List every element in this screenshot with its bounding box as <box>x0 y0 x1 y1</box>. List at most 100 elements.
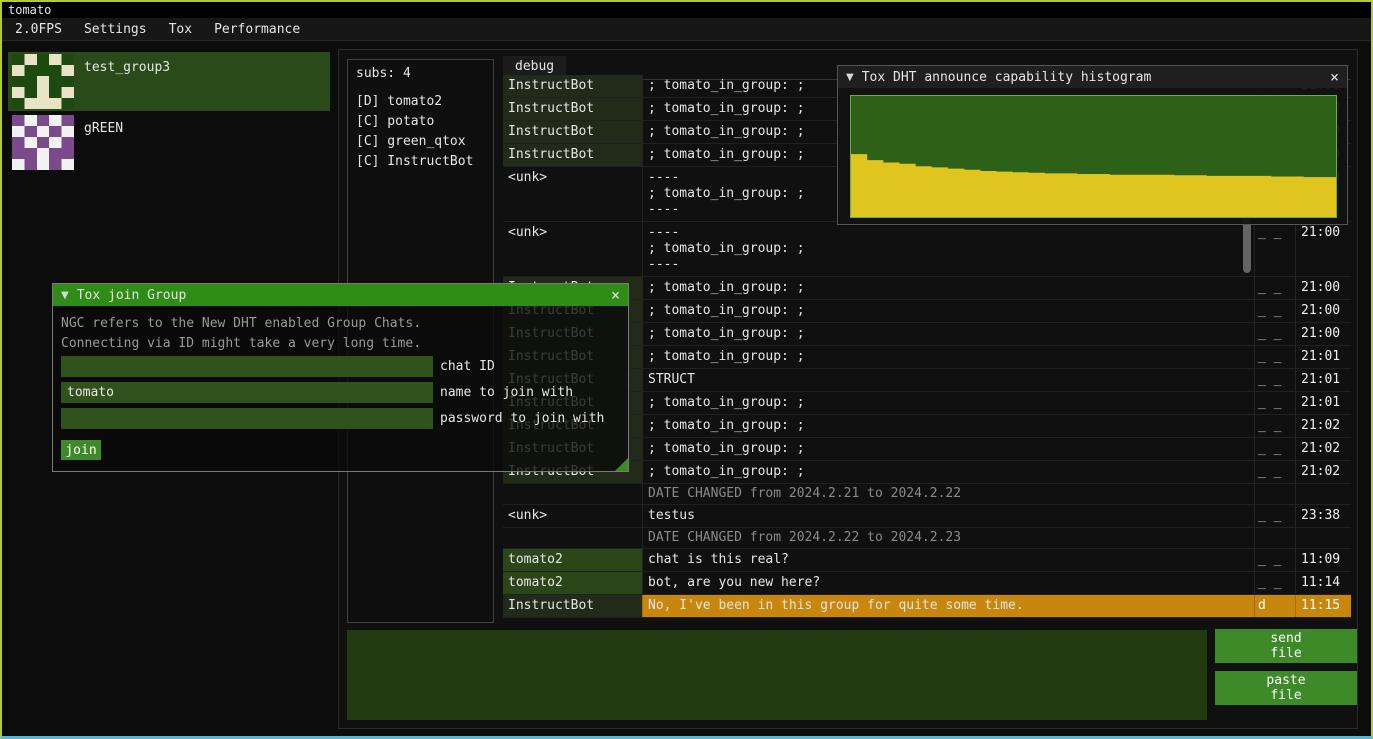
message-row[interactable]: tomato2bot, are you new here?_ _11:14 <box>503 572 1351 595</box>
close-icon[interactable]: × <box>1330 70 1339 85</box>
message-sender: <unk> <box>503 505 643 527</box>
subs-item-d-tomato2[interactable]: [D] tomato2 <box>356 92 485 112</box>
subs-item-c-instructbot[interactable]: [C] InstructBot <box>356 152 485 172</box>
message-row[interactable]: InstructBot; tomato_in_group: ;_ _21:00 <box>503 300 1351 323</box>
message-text: ; tomato_in_group: ; <box>643 346 1255 368</box>
message-sender: InstructBot <box>503 75 643 97</box>
histogram-window-titlebar[interactable]: ▼ Tox DHT announce capability histogram … <box>838 66 1347 88</box>
message-text: chat is this real? <box>643 549 1255 571</box>
message-status <box>1255 484 1295 504</box>
message-status: _ _ <box>1255 300 1295 322</box>
message-text: No, I've been in this group for quite so… <box>643 595 1255 617</box>
message-row[interactable]: InstructBot; tomato_in_group: ;_ _21:02 <box>503 461 1351 484</box>
join-field-row: password to join with <box>61 408 620 429</box>
name-to-join-with-label: name to join with <box>440 385 573 400</box>
collapse-arrow-icon[interactable]: ▼ <box>846 72 854 83</box>
message-sender: InstructBot <box>503 98 643 120</box>
date-changed-text: DATE CHANGED from 2024.2.21 to 2024.2.22 <box>643 484 1255 504</box>
message-time: 21:00 <box>1295 222 1351 276</box>
name-to-join-with-input[interactable] <box>61 382 433 403</box>
message-text: ; tomato_in_group: ; <box>643 392 1255 414</box>
message-status: _ _ <box>1255 323 1295 345</box>
message-status: _ _ <box>1255 572 1295 594</box>
window-titlebar[interactable]: tomato <box>2 2 1371 18</box>
message-status: _ _ <box>1255 505 1295 527</box>
group-name: gREEN <box>84 121 123 136</box>
join-window-titlebar[interactable]: ▼ Tox join Group × <box>53 284 628 306</box>
message-row[interactable]: InstructBot; tomato_in_group: ;_ _21:01 <box>503 392 1351 415</box>
message-sender: <unk> <box>503 222 643 276</box>
join-window-body: NGC refers to the New DHT enabled Group … <box>53 306 628 468</box>
message-text: ; tomato_in_group: ; <box>643 438 1255 460</box>
message-row[interactable]: InstructBotSTRUCT_ _21:01 <box>503 369 1351 392</box>
message-row[interactable]: <unk>testus_ _23:38 <box>503 505 1351 528</box>
histogram-plot <box>850 95 1337 218</box>
message-row[interactable]: InstructBotNo, I've been in this group f… <box>503 595 1351 618</box>
menu-item-performance[interactable]: Performance <box>203 19 311 40</box>
message-sender: InstructBot <box>503 144 643 166</box>
histogram-window: ▼ Tox DHT announce capability histogram … <box>837 65 1348 225</box>
tab-debug[interactable]: debug <box>503 56 566 77</box>
menu-item-settings[interactable]: Settings <box>73 19 158 40</box>
subs-item-c-potato[interactable]: [C] potato <box>356 112 485 132</box>
message-row[interactable]: tomato2chat is this real?_ _11:09 <box>503 549 1351 572</box>
menu-item-2-0fps: 2.0FPS <box>4 19 73 40</box>
message-status: d <box>1255 595 1295 617</box>
message-time: 21:02 <box>1295 438 1351 460</box>
close-icon[interactable]: × <box>611 288 620 303</box>
message-time: 21:02 <box>1295 415 1351 437</box>
message-time <box>1295 528 1351 548</box>
message-text: testus <box>643 505 1255 527</box>
message-text: ; tomato_in_group: ; <box>643 300 1255 322</box>
date-changed-text: DATE CHANGED from 2024.2.22 to 2024.2.23 <box>643 528 1255 548</box>
group-name: test_group3 <box>84 60 170 75</box>
message-row[interactable]: InstructBot; tomato_in_group: ;_ _21:02 <box>503 415 1351 438</box>
chat-id-input[interactable] <box>61 356 433 377</box>
message-row[interactable]: InstructBot; tomato_in_group: ;_ _21:02 <box>503 438 1351 461</box>
message-status: _ _ <box>1255 346 1295 368</box>
message-text: ----; tomato_in_group: ;---- <box>643 222 1255 276</box>
join-group-window: ▼ Tox join Group × NGC refers to the New… <box>52 283 629 472</box>
message-row[interactable]: <unk>----; tomato_in_group: ;----_ _21:0… <box>503 222 1351 277</box>
histogram-window-title: Tox DHT announce capability histogram <box>862 70 1322 85</box>
group-item-test-group3[interactable]: test_group3 <box>8 52 330 111</box>
message-text: ; tomato_in_group: ; <box>643 277 1255 299</box>
send-file-button[interactable]: sendfile <box>1215 629 1357 663</box>
message-status: _ _ <box>1255 277 1295 299</box>
join-field-row: name to join with <box>61 382 620 403</box>
window-title: tomato <box>8 3 51 17</box>
join-fields: chat ID name to join with password to join… <box>61 356 620 429</box>
menu-item-tox[interactable]: Tox <box>158 19 203 40</box>
password-to-join-with-input[interactable] <box>61 408 433 429</box>
message-text: ; tomato_in_group: ; <box>643 415 1255 437</box>
message-input[interactable] <box>347 630 1207 720</box>
message-time: 23:38 <box>1295 505 1351 527</box>
paste-file-button[interactable]: pastefile <box>1215 671 1357 705</box>
message-time: 11:15 <box>1295 595 1351 617</box>
join-window-title: Tox join Group <box>77 288 603 303</box>
message-status: _ _ <box>1255 438 1295 460</box>
message-sender: InstructBot <box>503 595 643 617</box>
message-row[interactable]: InstructBot; tomato_in_group: ;_ _21:00 <box>503 277 1351 300</box>
subs-item-c-green-qtox[interactable]: [C] green_qtox <box>356 132 485 152</box>
date-spacer <box>503 484 643 504</box>
menu-bar: 2.0FPSSettingsToxPerformance <box>2 18 1371 41</box>
message-row[interactable]: InstructBot; tomato_in_group: ;_ _21:00 <box>503 323 1351 346</box>
message-time: 21:00 <box>1295 323 1351 345</box>
resize-grip[interactable] <box>615 458 628 471</box>
group-item-green[interactable]: gREEN <box>8 113 330 172</box>
join-button[interactable]: join <box>61 440 101 460</box>
group-list: test_group3 gREEN <box>8 52 332 174</box>
message-time: 21:00 <box>1295 277 1351 299</box>
group-avatar <box>12 54 74 109</box>
message-status <box>1255 528 1295 548</box>
join-description: NGC refers to the New DHT enabled Group … <box>61 314 620 354</box>
date-changed-row: DATE CHANGED from 2024.2.22 to 2024.2.23 <box>503 528 1351 549</box>
join-field-row: chat ID <box>61 356 620 377</box>
message-row[interactable]: InstructBot; tomato_in_group: ;_ _21:01 <box>503 346 1351 369</box>
message-time: 21:01 <box>1295 392 1351 414</box>
collapse-arrow-icon[interactable]: ▼ <box>61 290 69 301</box>
message-time: 21:00 <box>1295 300 1351 322</box>
join-desc-line: Connecting via ID might take a very long… <box>61 334 620 354</box>
message-text: ; tomato_in_group: ; <box>643 461 1255 483</box>
